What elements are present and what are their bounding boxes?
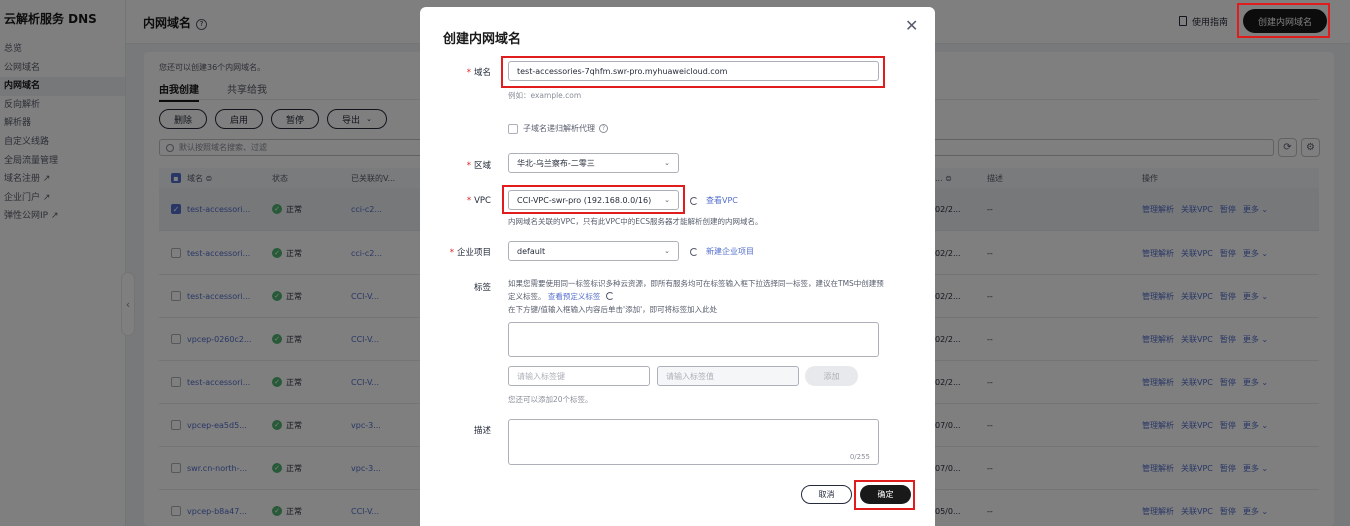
new-enterprise-project-link[interactable]: 新建企业项目 (690, 246, 754, 257)
enterprise-project-label: * 企业项目 (449, 248, 491, 258)
tags-remaining: 您还可以添加20个标签。 (508, 395, 593, 404)
domain-label: * 域名 (466, 68, 491, 78)
add-tag-button[interactable]: 添加 (805, 366, 858, 386)
view-predefined-tags-link[interactable]: 查看预定义标签 (548, 292, 601, 301)
chevron-down-icon: ⌄ (664, 159, 670, 167)
enterprise-project-value: default (517, 246, 546, 256)
required-mark: * (466, 68, 471, 78)
chevron-down-icon: ⌄ (664, 196, 670, 204)
chevron-down-icon: ⌄ (664, 247, 670, 255)
create-private-zone-dialog: 创建内网域名 ✕ * 域名 test-accessories-7qhfm.swr-… (420, 7, 935, 526)
vpc-hint: 内网域名关联的VPC，只有此VPC中的ECS服务器才能解析创建的内网域名。 (508, 217, 763, 226)
domain-example: 例如：example.com (508, 91, 582, 100)
recursive-resolution-option[interactable]: 子域名递归解析代理? (508, 123, 608, 134)
dialog-title: 创建内网域名 (443, 32, 522, 47)
region-value: 华北-乌兰察布-二零三 (517, 158, 595, 168)
tag-key-input[interactable]: 请输入标签键 (508, 366, 650, 386)
recursive-label: 子域名递归解析代理 (523, 124, 595, 133)
confirm-button[interactable]: 确定 (860, 485, 911, 504)
refresh-icon (690, 196, 698, 205)
description-label: 描述 (473, 426, 491, 436)
vpc-select[interactable]: CCI-VPC-swr-pro (192.168.0.0/16) ⌄ (508, 190, 679, 210)
tag-value-input[interactable]: 请输入标签值 (657, 366, 799, 386)
region-select[interactable]: 华北-乌兰察布-二零三 ⌄ (508, 153, 679, 173)
domain-input[interactable]: test-accessories-7qhfm.swr-pro.myhuaweic… (508, 61, 879, 81)
refresh-icon[interactable] (605, 292, 614, 300)
description-counter: 0/255 (849, 453, 870, 461)
vpc-label: * VPC (466, 196, 491, 206)
vpc-value: CCI-VPC-swr-pro (192.168.0.0/16) (517, 195, 652, 205)
region-label: * 区域 (466, 161, 491, 171)
close-icon[interactable]: ✕ (905, 16, 918, 35)
tags-display-area (508, 322, 879, 357)
help-icon[interactable]: ? (599, 124, 608, 133)
cancel-button[interactable]: 取消 (801, 485, 852, 504)
description-textarea[interactable]: 0/255 (508, 419, 879, 465)
recursive-checkbox[interactable] (508, 123, 518, 134)
refresh-icon (690, 247, 698, 256)
enterprise-project-select[interactable]: default ⌄ (508, 241, 679, 261)
tags-label: 标签 (473, 283, 491, 293)
tags-description: 如果您需要使用同一标签标识多种云资源，即所有服务均可在标签输入框下拉选择同一标签… (508, 279, 884, 314)
view-vpc-link[interactable]: 查看VPC (690, 195, 738, 206)
